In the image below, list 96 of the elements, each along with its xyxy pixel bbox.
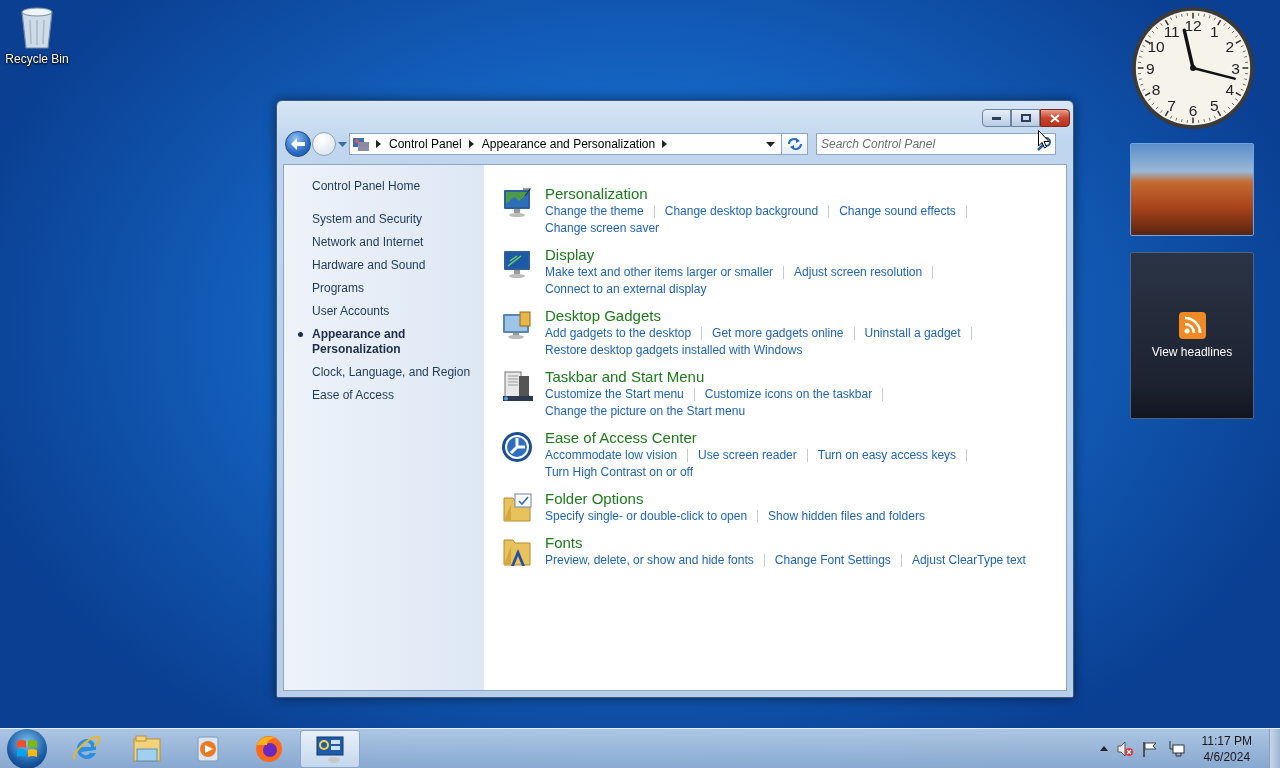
up-arrow-icon — [1099, 746, 1108, 751]
task-link[interactable]: Adjust ClearType text — [911, 552, 1026, 569]
task-link[interactable]: Specify single- or double-click to open — [545, 508, 748, 525]
clock-numeral: 12 — [1184, 17, 1202, 35]
task-link[interactable]: Show hidden files and folders — [768, 508, 925, 525]
tray-clock[interactable]: 11:17 PM 4/6/2024 — [1193, 732, 1260, 765]
task-link[interactable]: Use screen reader — [698, 447, 797, 464]
display-monitor-icon[interactable] — [501, 248, 533, 280]
sidebar-link[interactable]: Programs — [295, 281, 483, 296]
clock-numeral: 2 — [1225, 38, 1235, 56]
start-button[interactable] — [7, 728, 47, 768]
address-bar[interactable]: Control Panel Appearance and Personalization — [349, 133, 782, 155]
flag-icon[interactable] — [1141, 740, 1158, 757]
task-link[interactable]: Connect to an external display — [545, 281, 707, 298]
clock-numeral: 4 — [1225, 81, 1235, 99]
taskbar-computer-icon[interactable] — [501, 370, 533, 402]
personalization-monitor-icon[interactable] — [501, 187, 533, 219]
sidebar-link[interactable]: System and Security — [295, 212, 483, 227]
breadcrumb-arrow-icon[interactable] — [662, 140, 669, 148]
sidebar-link[interactable]: Appearance and Personalization — [295, 327, 483, 357]
task-link[interactable]: Change screen saver — [545, 220, 660, 237]
task-link[interactable]: Accommodate low vision — [545, 447, 678, 464]
task-link[interactable]: Change the theme — [545, 203, 644, 220]
category-title-link[interactable]: Fonts — [545, 534, 1035, 552]
back-button[interactable] — [285, 131, 311, 157]
category-title-link[interactable]: Personalization — [545, 185, 1035, 203]
sidebar-link[interactable]: User Accounts — [295, 304, 483, 319]
fonts-folder-icon[interactable] — [501, 536, 533, 568]
task-link[interactable]: Customize icons on the taskbar — [704, 386, 873, 403]
close-icon — [1050, 113, 1060, 123]
back-arrow-icon — [291, 138, 305, 150]
monitor-gadget-icon[interactable] — [501, 309, 533, 341]
task-link[interactable]: Change the picture on the Start menu — [545, 403, 746, 420]
clock-numeral: 6 — [1188, 102, 1198, 120]
clock-numeral: 8 — [1151, 81, 1161, 99]
taskbar-button[interactable] — [300, 729, 360, 768]
sidebar-link[interactable]: Network and Internet — [295, 235, 483, 250]
refresh-button[interactable] — [782, 133, 808, 155]
task-link[interactable]: Turn on easy access keys — [817, 447, 957, 464]
refresh-icon — [786, 137, 803, 151]
breadcrumb-arrow-icon[interactable] — [468, 140, 475, 148]
sidebar-link[interactable]: Hardware and Sound — [295, 258, 483, 273]
task-link[interactable]: Adjust screen resolution — [794, 264, 923, 281]
clock-numeral: 3 — [1231, 59, 1240, 77]
network-icon[interactable] — [1166, 740, 1185, 757]
close-button[interactable] — [1040, 109, 1070, 127]
task-link[interactable]: Restore desktop gadgets installed with Windows — [545, 342, 803, 359]
recent-pages-button[interactable] — [336, 141, 349, 147]
task-link[interactable]: Turn High Contrast on or off — [545, 464, 694, 481]
control-panel-home-link[interactable]: Control Panel Home — [312, 179, 421, 193]
clock-numeral: 7 — [1167, 96, 1176, 114]
task-link[interactable]: Uninstall a gadget — [864, 325, 961, 342]
breadcrumb-item[interactable]: Control Panel — [389, 137, 462, 151]
clock-numeral: 1 — [1210, 22, 1219, 40]
minimize-icon — [992, 116, 1001, 120]
feed-gadget-label[interactable]: View headlines — [1151, 345, 1233, 359]
clock-numeral: 11 — [1163, 22, 1180, 40]
mouse-cursor-icon — [1038, 130, 1050, 149]
task-link[interactable]: Get more gadgets online — [712, 325, 844, 342]
clock-numeral: 9 — [1146, 59, 1155, 77]
caret-icon — [766, 141, 775, 147]
category-title-link[interactable]: Desktop Gadgets — [545, 307, 1035, 325]
task-link[interactable]: Change desktop background — [664, 203, 819, 220]
rss-icon[interactable] — [1178, 312, 1206, 339]
task-link[interactable]: Change Font Settings — [774, 552, 891, 569]
category-title-link[interactable]: Taskbar and Start Menu — [545, 368, 1035, 386]
clock-numeral: 10 — [1147, 38, 1165, 56]
task-link[interactable]: Change sound effects — [839, 203, 956, 220]
task-link[interactable]: Customize the Start menu — [545, 386, 684, 403]
folder-icon — [131, 732, 163, 765]
search-field[interactable]: Search Control Panel — [816, 133, 1056, 155]
clock-numeral: 5 — [1210, 96, 1219, 114]
sidebar-link[interactable]: Ease of Access — [295, 388, 483, 403]
windows-logo-icon — [16, 738, 38, 759]
maximize-icon — [1020, 114, 1031, 122]
category-title-link[interactable]: Folder Options — [545, 490, 1035, 508]
task-link[interactable]: Make text and other items larger or smaller — [545, 264, 774, 281]
category-title-link[interactable]: Display — [545, 246, 1035, 264]
minimize-button[interactable] — [982, 109, 1011, 127]
clock-center-pin — [1190, 65, 1196, 71]
speaker-muted-icon[interactable] — [1116, 740, 1133, 757]
accessibility-icon[interactable] — [501, 431, 533, 463]
search-input[interactable]: Search Control Panel — [817, 137, 1036, 151]
task-link[interactable]: Preview, delete, or show and hide fonts — [545, 552, 754, 569]
control-panel-icon — [353, 137, 369, 151]
recycle-bin-icon[interactable] — [18, 4, 56, 50]
breadcrumb-item[interactable]: Appearance and Personalization — [481, 137, 656, 151]
maximize-button[interactable] — [1011, 109, 1040, 127]
category-title-link[interactable]: Ease of Access Center — [545, 429, 1035, 447]
folder-checkmark-icon[interactable] — [501, 492, 533, 524]
breadcrumb-arrow-icon[interactable] — [376, 140, 382, 148]
task-link[interactable]: Add gadgets to the desktop — [545, 325, 692, 342]
show-hidden-icons-button[interactable] — [1099, 746, 1108, 751]
sidebar-link[interactable]: Clock, Language, and Region — [295, 365, 483, 380]
desktop-icon-label[interactable]: Recycle Bin — [5, 52, 69, 66]
caret-icon — [338, 141, 347, 147]
